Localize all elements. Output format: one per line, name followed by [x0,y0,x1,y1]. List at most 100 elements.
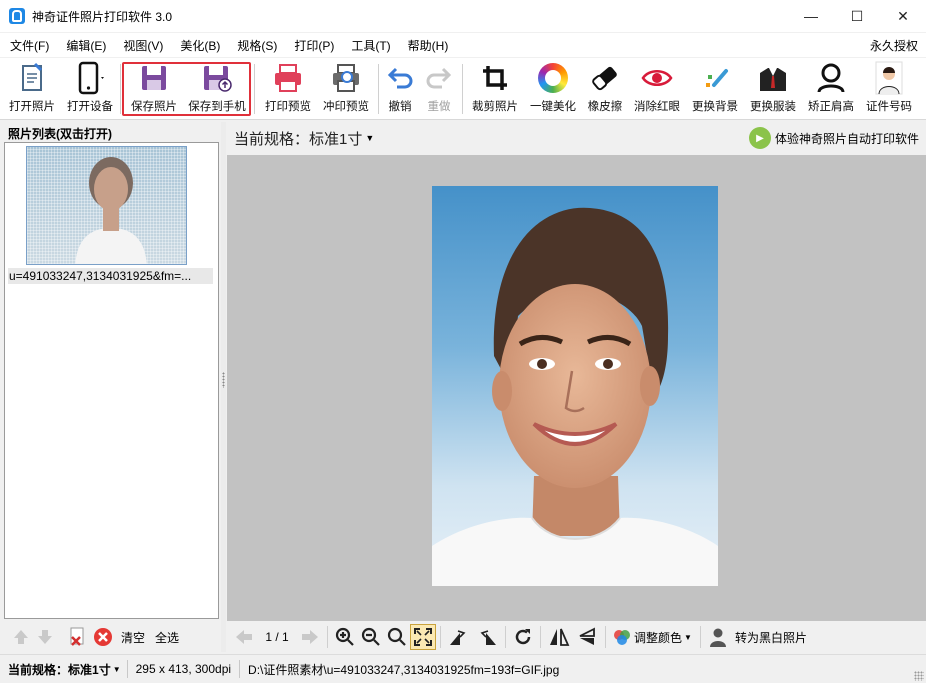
prev-page-icon[interactable] [231,625,257,649]
flip-vertical-icon[interactable] [573,625,601,649]
color-wheel-icon [535,60,571,96]
menu-spec[interactable]: 规格(S) [227,37,284,54]
photo-canvas[interactable] [227,155,926,621]
convert-bw-button[interactable]: 转为黑白照片 [735,629,807,646]
panel-splitter[interactable] [221,122,226,652]
flip-horizontal-icon[interactable] [545,625,573,649]
paint-brush-icon [697,60,733,96]
status-bar: 当前规格： 标准1寸 ▼ 295 x 413, 300dpi D:\证件照素材\… [0,654,926,683]
beautify-button[interactable]: 一键美化 [526,60,580,116]
photo-list[interactable]: u=491033247,3134031925&fm=... [4,142,219,619]
undo-button[interactable]: 撤销 [382,60,418,116]
maximize-button[interactable]: ☐ [834,0,880,32]
status-image-size: 295 x 413, 300dpi [135,662,232,676]
resize-grip[interactable] [914,671,924,681]
save-buttons-highlight [122,62,251,116]
thumbnail-caption: u=491033247,3134031925&fm=... [8,268,213,284]
zoom-fit-icon[interactable] [384,625,410,649]
redo-button[interactable]: 重做 [421,60,457,116]
toolbar-separator [120,64,121,114]
change-background-label: 更换背景 [692,101,738,113]
photo-list-toolbar: 清空 全选 [4,622,219,652]
open-photo-label: 打开照片 [9,101,55,113]
window-title: 神奇证件照片打印软件 3.0 [32,9,173,24]
id-photo [432,186,718,586]
adjust-color-button[interactable]: 调整颜色 [634,629,682,646]
change-clothes-label: 更换服装 [750,101,796,113]
beautify-label: 一键美化 [530,101,576,113]
menu-bar: 文件(F) 编辑(E) 视图(V) 美化(B) 规格(S) 打印(P) 工具(T… [0,33,926,57]
color-adjust-icon[interactable] [610,625,634,649]
clear-button[interactable]: 清空 [121,629,145,646]
correct-shoulder-button[interactable]: 矫正肩高 [804,60,858,116]
print-preview-label: 打印预览 [265,101,311,113]
fit-to-window-icon[interactable] [410,624,436,650]
menu-file[interactable]: 文件(F) [0,37,56,54]
status-spec-label: 当前规格： [8,662,69,677]
open-photo-icon [14,60,50,96]
printer-icon [270,60,306,96]
red-eye-label: 消除红眼 [634,101,680,113]
delete-file-icon[interactable] [66,626,88,648]
redo-label: 重做 [427,101,451,113]
page-indicator: 1 / 1 [265,630,289,644]
eraser-button[interactable]: 橡皮擦 [584,60,626,116]
redo-icon [421,60,457,96]
license-link[interactable]: 永久授权 [870,37,918,54]
refresh-icon[interactable] [510,625,536,649]
zoom-in-icon[interactable] [332,625,358,649]
rotate-right-icon[interactable] [473,625,501,649]
chevron-down-icon[interactable]: ▼ [113,665,121,674]
open-device-button[interactable]: 打开设备 [64,60,116,116]
correct-shoulder-label: 矫正肩高 [808,101,854,113]
promo-link[interactable]: ▶ 体验神奇照片自动打印软件 [748,127,919,149]
current-spec-prefix: 当前规格： [234,130,310,148]
spec-header: 当前规格： 标准1寸 ▼ ▶ 体验神奇照片自动打印软件 [226,122,926,154]
chevron-down-icon[interactable]: ▼ [365,133,374,143]
title-bar: 神奇证件照片打印软件 3.0 — ☐ ✕ [0,0,926,32]
status-file-path: D:\证件照素材\u=491033247,3134031925fm=193f=G… [248,662,560,677]
develop-preview-button[interactable]: 冲印预览 [319,60,373,116]
close-button[interactable]: ✕ [880,0,926,32]
current-spec-dropdown[interactable]: 标准1寸 [309,128,362,149]
next-page-icon[interactable] [297,625,323,649]
promo-icon: ▶ [748,127,771,149]
undo-icon [382,60,418,96]
menu-edit[interactable]: 编辑(E) [56,37,113,54]
red-eye-button[interactable]: 消除红眼 [630,60,684,116]
change-background-button[interactable]: 更换背景 [688,60,742,116]
minimize-button[interactable]: — [788,0,834,32]
move-down-icon[interactable] [34,626,56,648]
status-spec-dropdown[interactable]: 标准1寸 [68,661,113,678]
print-preview-button[interactable]: 打印预览 [261,60,315,116]
crop-button[interactable]: 裁剪照片 [468,60,522,116]
eye-icon [639,60,675,96]
remove-icon[interactable] [92,626,114,648]
menu-tools[interactable]: 工具(T) [341,37,397,54]
window-controls: — ☐ ✕ [788,0,926,32]
zoom-out-icon[interactable] [358,625,384,649]
move-up-icon[interactable] [10,626,32,648]
chevron-down-icon[interactable]: ▼ [684,633,692,642]
id-number-button[interactable]: 证件号码 [862,60,916,116]
change-clothes-button[interactable]: 更换服装 [746,60,800,116]
open-photo-button[interactable]: 打开照片 [6,60,58,116]
toolbar-separator [378,64,379,114]
toolbar-separator [254,64,255,114]
eraser-icon [587,60,623,96]
id-portrait-icon [871,60,907,96]
canvas-toolbar: 1 / 1 调整颜色 ▼ 转为黑白照片 [227,621,926,653]
select-all-button[interactable]: 全选 [155,629,179,646]
photo-list-header: 照片列表(双击打开) [0,122,222,142]
photo-thumbnail[interactable] [26,146,187,265]
promo-text: 体验神奇照片自动打印软件 [774,131,919,146]
menu-beautify[interactable]: 美化(B) [170,37,227,54]
develop-print-icon [328,60,364,96]
person-icon [705,625,731,649]
rotate-left-icon[interactable] [445,625,473,649]
crop-label: 裁剪照片 [472,101,518,113]
menu-help[interactable]: 帮助(H) [398,37,456,54]
menu-view[interactable]: 视图(V) [113,37,170,54]
menu-print[interactable]: 打印(P) [284,37,341,54]
app-icon [9,8,25,24]
